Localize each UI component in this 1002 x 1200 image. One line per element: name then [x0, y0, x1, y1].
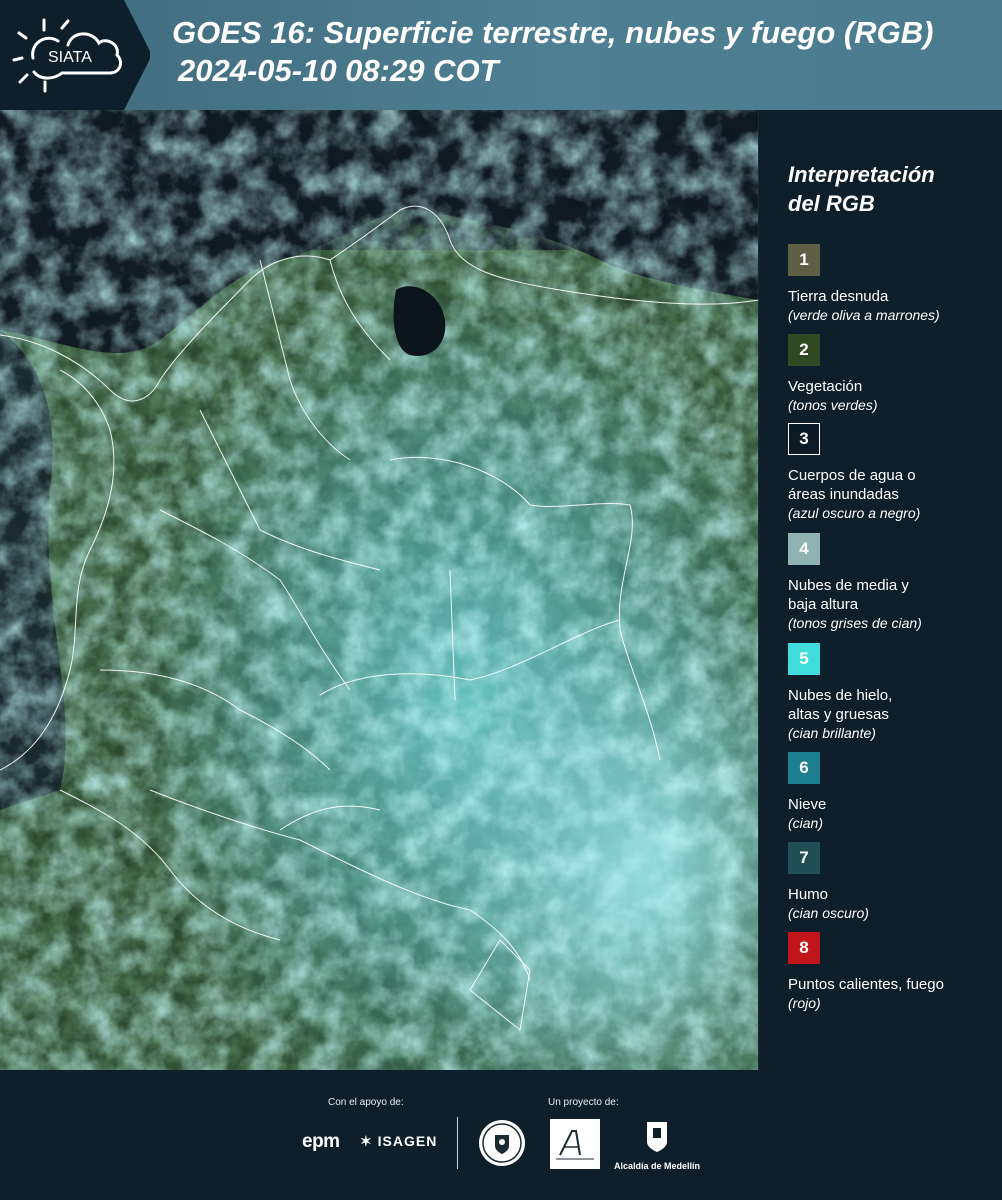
legend-label: Nubes de media y baja altura: [788, 577, 909, 613]
alcaldia-logo[interactable]: Alcaldía de Medellín: [612, 1118, 702, 1171]
legend-item: 5 Nubes de hielo, altas y gruesas (cian b…: [788, 643, 998, 743]
isagen-label: ISAGEN: [377, 1133, 438, 1149]
legend-item: 8 Puntos calientes, fuego (rojo): [788, 932, 998, 1013]
title-line-2: 2024-05-10 08:29 COT: [178, 53, 499, 88]
footer-divider: [457, 1117, 458, 1169]
legend-label: Nieve: [788, 796, 827, 813]
legend-label: Vegetación: [788, 378, 863, 395]
legend-label: Humo: [788, 886, 829, 903]
legend-swatch: 3: [788, 423, 820, 455]
support-label: Con el apoyo de:: [328, 1097, 404, 1108]
isagen-logo[interactable]: ✶ ISAGEN: [360, 1133, 437, 1150]
legend-swatch: 7: [788, 842, 820, 874]
legend-number: 8: [799, 938, 809, 957]
title-line-1: GOES 16: Superficie terrestre, nubes y f…: [172, 15, 934, 50]
header-bar: SIATA GOES 16: Superficie terrestre, nub…: [0, 0, 1002, 110]
legend-item: 4 Nubes de media y baja altura (tonos gri…: [788, 533, 998, 633]
legend-swatch: 5: [788, 643, 820, 675]
legend-item: 7 Humo (cian oscuro): [788, 842, 998, 923]
legend-number: 3: [799, 429, 809, 448]
legend-swatch: 4: [788, 533, 820, 565]
legend-item: 3 Cuerpos de agua o áreas inundadas (azul…: [788, 423, 998, 523]
legend-number: 7: [799, 848, 809, 867]
legend-swatch: 2: [788, 334, 820, 366]
legend-title: Interpretación del RGB: [788, 160, 996, 218]
legend-item: 2 Vegetación (tonos verdes): [788, 334, 998, 415]
legend-note: (cian): [788, 815, 824, 831]
legend-swatch: 1: [788, 244, 820, 276]
isagen-icon: ✶: [360, 1133, 373, 1149]
legend-label: Puntos calientes, fuego: [788, 976, 944, 993]
legend-note: (cian brillante): [788, 725, 876, 741]
svg-text:SIATA: SIATA: [48, 49, 92, 66]
legend-item: 6 Nieve (cian): [788, 752, 998, 833]
seal-logo[interactable]: [477, 1118, 527, 1173]
legend-item: 1 Tierra desnuda (verde oliva a marrones…: [788, 244, 998, 325]
area-metropolitana-logo[interactable]: [550, 1119, 600, 1169]
legend-note: (azul oscuro a negro): [788, 505, 921, 521]
legend-note: (tonos grises de cian): [788, 615, 922, 631]
project-label: Un proyecto de:: [548, 1097, 619, 1108]
legend-note: (verde oliva a marrones): [788, 307, 940, 323]
legend-number: 4: [799, 539, 809, 558]
legend-title-line-1: Interpretación: [788, 162, 935, 187]
legend-swatch: 6: [788, 752, 820, 784]
rgb-legend: Interpretación del RGB: [776, 160, 996, 230]
siata-logo[interactable]: SIATA: [0, 0, 152, 110]
legend-label: Cuerpos de agua o áreas inundadas: [788, 467, 916, 503]
legend-title-line-2: del RGB: [788, 191, 875, 216]
legend-number: 1: [799, 250, 809, 269]
alcaldia-label: Alcaldía de Medellín: [613, 1161, 701, 1171]
page-title: GOES 16: Superficie terrestre, nubes y f…: [172, 14, 1002, 90]
legend-number: 2: [799, 340, 809, 359]
legend-note: (cian oscuro): [788, 905, 869, 921]
legend-label: Nubes de hielo, altas y gruesas: [788, 687, 893, 723]
legend-number: 5: [799, 649, 809, 668]
legend-note: (rojo): [788, 995, 821, 1011]
legend-swatch: 8: [788, 932, 820, 964]
legend-label: Tierra desnuda: [788, 288, 889, 305]
epm-logo[interactable]: epm: [302, 1131, 340, 1153]
legend-note: (tonos verdes): [788, 397, 878, 413]
satellite-map[interactable]: [0, 110, 759, 1070]
legend-number: 6: [799, 758, 809, 777]
